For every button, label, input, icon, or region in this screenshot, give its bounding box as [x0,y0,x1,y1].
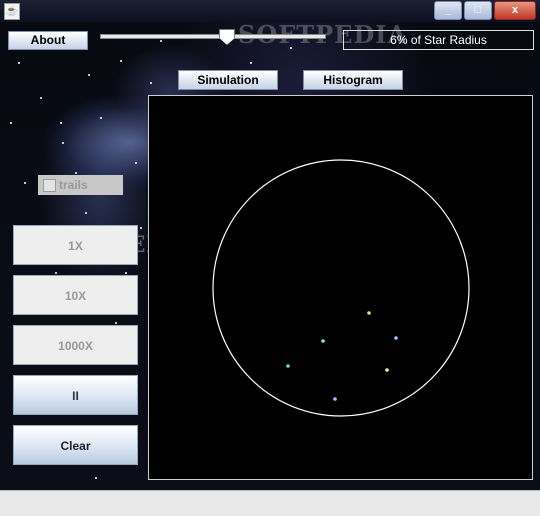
star-dot [150,82,152,84]
radius-readout: 6% of Star Radius [343,30,534,50]
star-dot [40,97,42,99]
window-controls: _ □ x [434,1,536,20]
star-dot [140,227,142,229]
star-dot [18,62,20,64]
java-cup-icon[interactable]: ☕ [4,3,20,20]
star-dot [75,172,77,174]
tab-simulation[interactable]: Simulation [178,70,278,90]
particle-dot [321,339,325,343]
checkbox-icon[interactable] [43,179,56,192]
star-dot [160,40,162,42]
particle-dot [394,336,398,340]
star-dot [115,322,117,324]
star-dot [85,212,87,214]
pause-button[interactable]: II [13,375,138,415]
star-dot [135,162,137,164]
radius-slider[interactable] [100,34,326,39]
star-dot [290,47,292,49]
title-bar: ☕ _ □ x [0,0,540,22]
simulation-panel[interactable] [148,95,533,480]
star-dot [62,142,64,144]
star-boundary-circle [212,159,470,417]
trails-label: trails [59,178,88,192]
speed-10x-button[interactable]: 10X [13,275,138,315]
speed-1000x-button[interactable]: 1000X [13,325,138,365]
status-bar [0,490,540,516]
star-dot [250,62,252,64]
star-dot [55,272,57,274]
star-dot [125,272,127,274]
simulation-canvas [212,159,470,417]
about-button[interactable]: About [8,31,88,50]
star-dot [95,477,97,479]
particle-dot [385,368,389,372]
maximize-icon[interactable]: □ [464,1,492,20]
minimize-icon[interactable]: _ [434,1,462,20]
tab-histogram[interactable]: Histogram [303,70,403,90]
particle-dot [367,311,371,315]
trails-checkbox[interactable]: trails [38,175,123,195]
star-dot [60,122,62,124]
close-icon[interactable]: x [494,1,536,20]
star-dot [100,117,102,119]
speed-1x-button[interactable]: 1X [13,225,138,265]
star-dot [24,182,26,184]
particle-dot [333,397,337,401]
star-dot [120,60,122,62]
particles [286,311,398,401]
clear-button[interactable]: Clear [13,425,138,465]
star-dot [10,122,12,124]
particle-dot [286,364,290,368]
star-dot [88,74,90,76]
